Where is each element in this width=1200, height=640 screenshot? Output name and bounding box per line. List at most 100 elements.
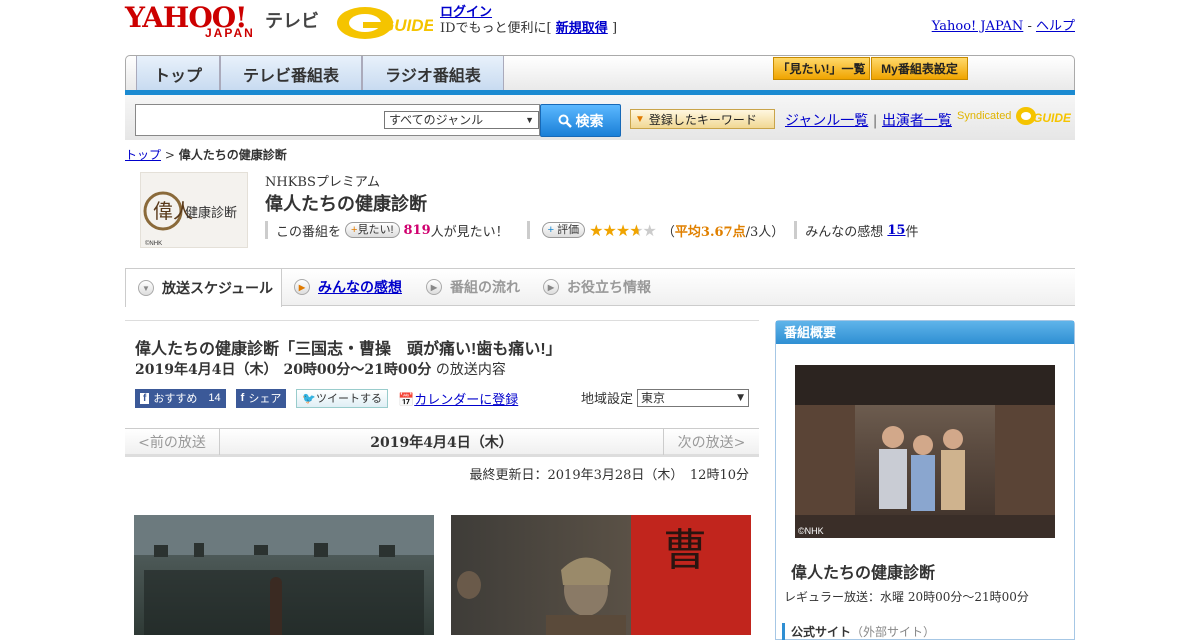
mitai-prefix: この番組を [276,224,342,240]
army-scene-image [134,515,434,635]
social-buttons: f おすすめ 14 f シェア 🐦 ツイートする 📅カレンダーに登録 [135,388,518,408]
tab-reviews-label[interactable]: みんなの感想 [318,277,402,297]
program-logo-image: 偉人 健康診断 ©NHK [143,191,237,247]
calendar-link[interactable]: カレンダーに登録 [414,393,518,408]
facebook-share-button[interactable]: f シェア [235,388,287,408]
mitai-list-button[interactable]: 「見たい!」一覧 [773,57,870,80]
gguide-logo: GUIDE [337,7,433,39]
triangle-down-icon: ▼ [635,113,645,125]
svg-text:曹: 曹 [663,525,707,576]
empty-star-icon: ★ [642,220,657,240]
cast-list-link[interactable]: 出演者一覧 [882,113,952,129]
tab-info[interactable]: ▶ お役立ち情報 [531,269,671,305]
yahoo-japan-link[interactable]: Yahoo! JAPAN [932,19,1024,34]
svg-text:GUIDE: GUIDE [1033,111,1071,125]
breadcrumb-sep: > [161,148,179,162]
syndicated-label: Syndicated [957,109,1012,122]
program-tabs: ▼ 放送スケジュール ▶ みんなの感想 ▶ 番組の流れ ▶ お役立ち情報 [125,268,1075,307]
program-meta: この番組を +見たい! 819 人が見たい！ + 評価 ★★★★★ （平均3.67… [265,220,919,240]
thumb-credit: ©NHK [145,240,162,247]
login-link[interactable]: ログイン [440,5,492,20]
region-setting: 地域設定 東京 ▼ [581,388,750,407]
divider [526,221,530,239]
chevron-down-icon: ▼ [525,115,534,125]
broadcast-day-nav: <前の放送 2019年4月4日（木） 次の放送> [125,428,759,457]
register-link[interactable]: 新規取得 [556,21,608,36]
keyword-button[interactable]: ▼ 登録したキーワード [630,109,775,129]
general-scene-image: 曹 [457,515,751,635]
tweet-button[interactable]: 🐦 ツイートする [296,388,389,408]
tab-schedule[interactable]: ▼ 放送スケジュール [125,269,282,307]
genre-list-link[interactable]: ジャンル一覧 [785,113,868,129]
login-note-end: ] [611,21,618,36]
official-site-label: 公式サイト [791,625,852,639]
genre-select[interactable]: すべてのジャンル ▼ [384,111,539,129]
nav-tab-tv-schedule[interactable]: テレビ番組表 [220,56,362,91]
avg-open: （ [661,224,675,240]
next-broadcast-link[interactable]: 次の放送> [663,429,759,455]
header-separator: - [1023,19,1036,34]
official-site-note: （外部サイト） [851,625,936,639]
reviews-label: みんなの感想 [805,224,884,240]
region-value: 東京 [641,390,666,405]
help-link[interactable]: ヘルプ [1036,19,1075,34]
reviews-suffix: 件 [905,224,919,240]
episode-box: 偉人たちの健康診断「三国志・曹操 頭が痛い!歯も痛い!」 2019年4月4日（木… [125,320,759,426]
episode-title: 偉人たちの健康診断「三国志・曹操 頭が痛い!歯も痛い!」 [135,341,562,358]
breadcrumb-top[interactable]: トップ [125,148,161,162]
program-thumbnail: 偉人 健康診断 ©NHK [140,172,248,248]
rating-average: 平均3.67点 [674,224,746,240]
my-schedule-button[interactable]: My番組表設定 [871,57,968,80]
region-select[interactable]: 東京 ▼ [637,388,750,407]
fb-count: 14 [208,392,221,404]
facebook-recommend-button[interactable]: f おすすめ 14 [135,388,226,408]
genre-select-value: すべてのジャンル [389,113,484,127]
search-button[interactable]: 検索 [540,104,621,137]
fb-recommend-label: おすすめ [153,393,198,405]
reviews-count-link[interactable]: 15 [887,223,905,238]
tab-flow[interactable]: ▶ 番組の流れ [414,269,531,305]
yahoo-japan-text: JAPAN [205,26,255,40]
overview-regular-broadcast: レギュラー放送：水曜 20時00分～21時00分 [784,590,1029,604]
facebook-icon: f [240,392,245,404]
program-overview-panel: 番組概要 ©NHK 偉人たちの健康診断 レギュラー放送：水曜 20時00分～21… [775,320,1075,640]
episode-date-value: 2019年4月4日（木） [135,362,278,378]
rating-stars: ★★★★★ [589,220,657,240]
half-star-icon: ★ [629,220,643,240]
header-links: Yahoo! JAPAN - ヘルプ [932,15,1075,34]
overview-image: ©NHK [795,365,1055,538]
chevron-down-icon: ▼ [737,392,745,403]
login-note: IDでもっと便利に[ [440,21,552,36]
tab-info-label: お役立ち情報 [567,279,651,295]
list-links: ジャンル一覧 | 出演者一覧 [785,113,952,129]
episode-time: 20時00分～21時00分 [283,362,432,378]
last-updated: 最終更新日：2019年3月28日（木） 12時10分 [469,468,749,483]
svg-text:GUIDE: GUIDE [381,16,433,35]
nav-tab-radio-schedule[interactable]: ラジオ番組表 [362,56,504,91]
tv-logo[interactable]: テレビ [265,7,319,33]
calendar-plus-icon: 📅 [398,392,415,408]
tab-schedule-label: 放送スケジュール [162,280,274,296]
tab-reviews[interactable]: ▶ みんなの感想 [282,269,414,305]
overview-header: 番組概要 [776,321,1074,344]
chevron-right-icon: ▶ [543,279,559,295]
episode-date: 2019年4月4日（木） 20時00分～21時00分 の放送内容 [135,359,506,379]
nav-tab-top[interactable]: トップ [136,56,220,91]
keyword-button-label: 登録したキーワード [648,112,757,127]
rating-button[interactable]: + 評価 [541,222,586,238]
chevron-right-icon: ▶ [294,279,310,295]
official-site-heading: 公式サイト（外部サイト） [782,623,935,640]
plus-icon: + [547,224,555,236]
search-icon [558,114,572,128]
mitai-count: 819 [403,222,431,238]
rating-button-label: 評価 [557,224,580,236]
program-title: 偉人たちの健康診断 [265,194,427,214]
mitai-button[interactable]: +見たい! [345,222,400,238]
search-button-label: 検索 [575,112,604,129]
mitai-suffix: 人が見たい！ [430,224,509,240]
twitter-bird-icon: 🐦 [302,392,317,405]
prev-broadcast-link[interactable]: <前の放送 [125,429,220,455]
tab-flow-label: 番組の流れ [450,279,520,295]
episode-date-suffix: の放送内容 [435,362,506,378]
episode-image-general: 曹 [451,515,751,635]
